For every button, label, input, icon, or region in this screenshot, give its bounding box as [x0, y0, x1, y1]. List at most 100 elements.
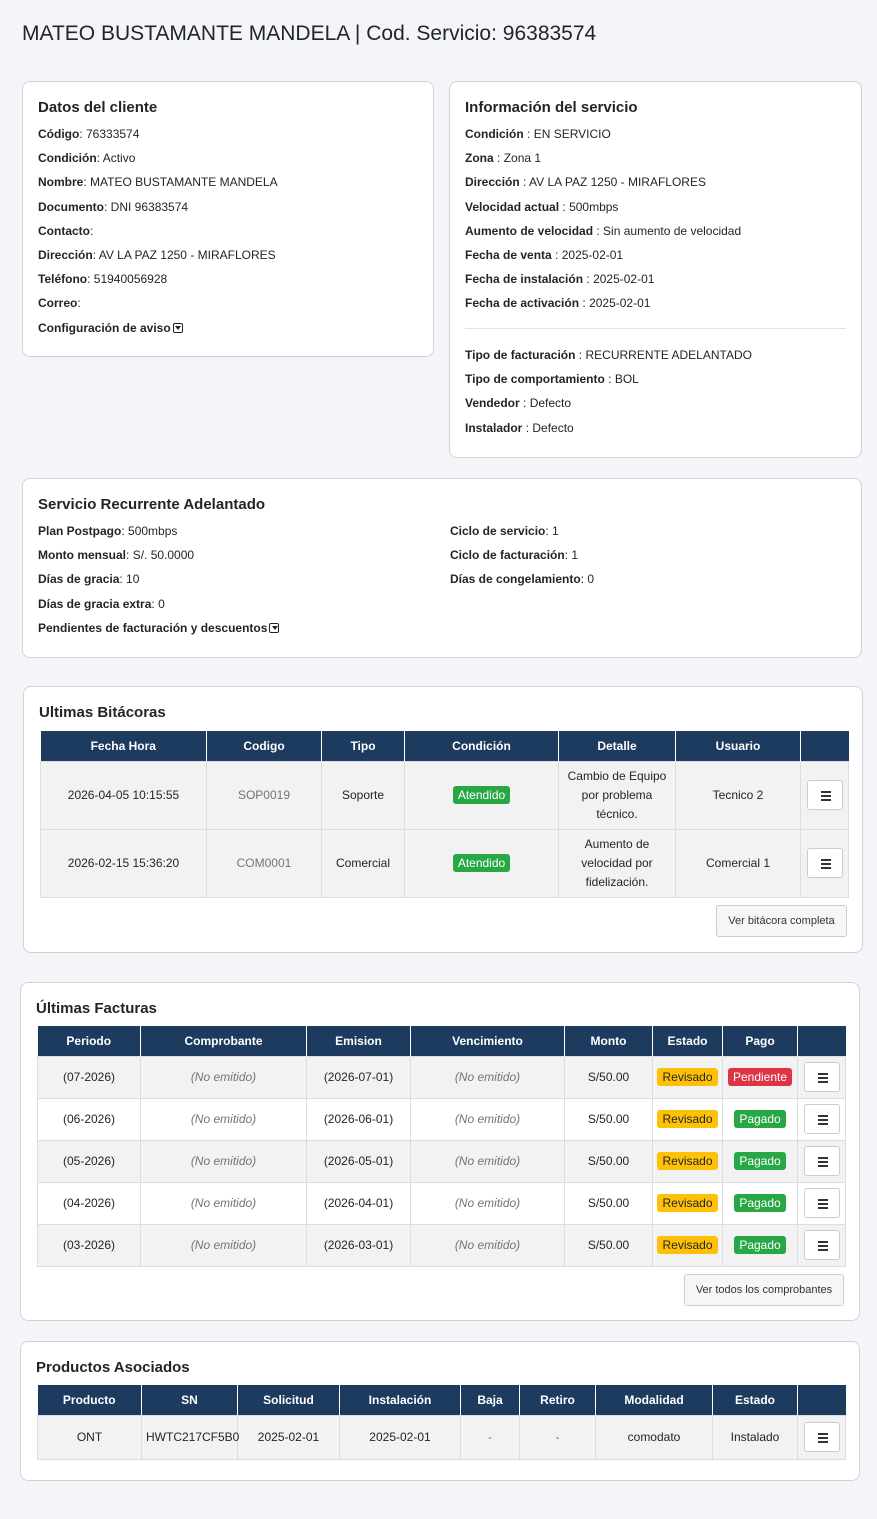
payment-badge: Pagado	[734, 1194, 786, 1212]
column-header[interactable]: Baja	[460, 1385, 520, 1415]
recurrente-card: Servicio Recurrente Adelantado Plan Post…	[22, 478, 862, 658]
vencimiento-cell: (No emitido)	[410, 1097, 565, 1141]
codigo-cell: COM0001	[206, 828, 322, 898]
column-header[interactable]: Retiro	[519, 1385, 596, 1415]
ver-comprobantes-button[interactable]: Ver todos los comprobantes	[684, 1274, 844, 1306]
emision-cell: (2026-04-01)	[306, 1181, 411, 1225]
actions-cell	[800, 760, 849, 830]
usuario-cell: Comercial 1	[675, 828, 801, 898]
service-field: Fecha de venta : 2025-02-01	[465, 247, 624, 262]
client-field: Nombre: MATEO BUSTAMANTE MANDELA	[38, 175, 278, 190]
status-badge: Revisado	[657, 1194, 718, 1212]
bitacoras-table: Fecha Hora Codigo Tipo Condición Detalle…	[40, 731, 849, 898]
recurrente-field: Plan Postpago: 500mbps	[38, 524, 178, 538]
solicitud-cell: 2025-02-01	[237, 1414, 340, 1460]
column-header[interactable]: SN	[141, 1385, 238, 1415]
periodo-cell: (05-2026)	[37, 1139, 141, 1183]
emision-cell: (2026-03-01)	[306, 1223, 411, 1267]
column-header[interactable]: Detalle	[558, 731, 676, 761]
caret-down-square-icon[interactable]	[172, 322, 183, 333]
periodo-cell: (07-2026)	[37, 1055, 141, 1099]
pago-cell: Pagado	[722, 1181, 798, 1225]
vencimiento-cell: (No emitido)	[410, 1181, 565, 1225]
pago-cell: Pagado	[722, 1223, 798, 1267]
actions-cell	[797, 1181, 846, 1225]
estado-cell: Revisado	[652, 1097, 723, 1141]
periodo-cell: (04-2026)	[37, 1181, 141, 1225]
column-header[interactable]: Condición	[404, 731, 559, 761]
service-field: Fecha de activación : 2025-02-01	[465, 296, 651, 311]
column-header	[797, 1026, 846, 1056]
facturas-table: Periodo Comprobante Emision Vencimiento …	[37, 1026, 846, 1267]
row-menu-button[interactable]	[806, 780, 843, 810]
column-header[interactable]: Comprobante	[140, 1026, 307, 1056]
recurrente-left: Plan Postpago: 500mbps Monto mensual: S/…	[38, 523, 280, 644]
comprobante-cell: (No emitido)	[140, 1181, 307, 1225]
comprobante-cell: (No emitido)	[140, 1223, 307, 1267]
table-row: (06-2026) (No emitido) (2026-06-01) (No …	[37, 1097, 846, 1141]
table-header-row: Fecha Hora Codigo Tipo Condición Detalle…	[40, 731, 849, 761]
column-header[interactable]: Instalación	[339, 1385, 461, 1415]
facturas-card: Últimas Facturas Periodo Comprobante Emi…	[20, 982, 860, 1321]
status-badge: Revisado	[657, 1068, 718, 1086]
divider	[465, 328, 846, 329]
column-header[interactable]: Modalidad	[595, 1385, 713, 1415]
column-header[interactable]: Emision	[306, 1026, 411, 1056]
column-header[interactable]: Pago	[722, 1026, 798, 1056]
column-header[interactable]: Tipo	[321, 731, 405, 761]
client-card-title: Datos del cliente	[38, 99, 158, 116]
recurrente-field: Ciclo de servicio: 1	[450, 524, 559, 538]
ver-bitacora-button[interactable]: Ver bitácora completa	[716, 905, 847, 937]
page-title: MATEO BUSTAMANTE MANDELA | Cod. Servicio…	[22, 22, 597, 45]
retiro-cell: -	[519, 1414, 596, 1460]
recurrente-field: Días de gracia: 10	[38, 572, 140, 587]
column-header[interactable]: Solicitud	[237, 1385, 340, 1415]
monto-cell: S/50.00	[564, 1139, 653, 1183]
column-header[interactable]: Monto	[564, 1026, 653, 1056]
column-header[interactable]: Fecha Hora	[40, 731, 207, 761]
column-header[interactable]: Usuario	[675, 731, 801, 761]
payment-badge: Pagado	[734, 1110, 786, 1128]
client-card: Datos del cliente Código: 76333574 Condi…	[22, 81, 434, 357]
payment-badge: Pagado	[734, 1152, 786, 1170]
comprobante-cell: (No emitido)	[140, 1139, 307, 1183]
recurrente-title: Servicio Recurrente Adelantado	[38, 496, 266, 513]
estado-cell: Revisado	[652, 1181, 723, 1225]
row-menu-button[interactable]	[803, 1146, 840, 1176]
service-field: Dirección : AV LA PAZ 1250 - MIRAFLORES	[465, 175, 706, 190]
config-aviso-toggle[interactable]: Configuración de aviso	[38, 320, 278, 344]
row-menu-button[interactable]	[803, 1188, 840, 1218]
service-field: Condición : EN SERVICIO	[465, 127, 611, 141]
column-header[interactable]: Estado	[712, 1385, 798, 1415]
table-row: (05-2026) (No emitido) (2026-05-01) (No …	[37, 1139, 846, 1183]
monto-cell: S/50.00	[564, 1223, 653, 1267]
row-menu-button[interactable]	[803, 1062, 840, 1092]
caret-down-square-icon[interactable]	[269, 622, 280, 633]
bitacoras-card: Ultimas Bitácoras Fecha Hora Codigo Tipo…	[23, 686, 863, 953]
column-header[interactable]: Vencimiento	[410, 1026, 565, 1056]
table-row: 2026-02-15 15:36:20 COM0001 Comercial At…	[40, 828, 849, 898]
pendientes-toggle[interactable]: Pendientes de facturación y descuentos	[38, 620, 280, 644]
row-menu-button[interactable]	[806, 848, 843, 878]
emision-cell: (2026-07-01)	[306, 1055, 411, 1099]
baja-cell: -	[460, 1414, 520, 1460]
column-header[interactable]: Producto	[37, 1385, 142, 1415]
column-header[interactable]: Periodo	[37, 1026, 141, 1056]
facturas-title: Últimas Facturas	[36, 1000, 157, 1017]
row-menu-button[interactable]	[803, 1422, 840, 1452]
tipo-cell: Soporte	[321, 760, 405, 830]
status-badge: Revisado	[657, 1236, 718, 1254]
client-field: Teléfono: 51940056928	[38, 272, 168, 287]
periodo-cell: (03-2026)	[37, 1223, 141, 1267]
table-row: (03-2026) (No emitido) (2026-03-01) (No …	[37, 1223, 846, 1267]
column-header[interactable]: Estado	[652, 1026, 723, 1056]
row-menu-button[interactable]	[803, 1230, 840, 1260]
client-field: Documento: DNI 96383574	[38, 199, 189, 214]
row-menu-button[interactable]	[803, 1104, 840, 1134]
column-header[interactable]: Codigo	[206, 731, 322, 761]
comprobante-cell: (No emitido)	[140, 1055, 307, 1099]
recurrente-field: Monto mensual: S/. 50.0000	[38, 548, 195, 563]
client-field: Código: 76333574	[38, 127, 140, 141]
emision-cell: (2026-05-01)	[306, 1139, 411, 1183]
service-field: Tipo de facturación : RECURRENTE ADELANT…	[465, 348, 752, 362]
